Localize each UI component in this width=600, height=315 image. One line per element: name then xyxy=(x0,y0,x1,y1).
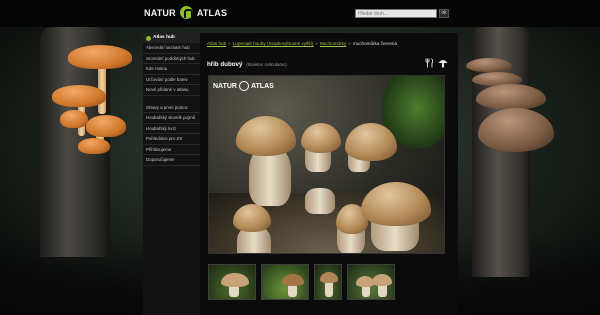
breadcrumb-link-genus[interactable]: Muchomůrky xyxy=(320,41,346,46)
watermark-word-left: NATUR xyxy=(213,82,237,90)
logo-word-left: NATUR xyxy=(144,7,176,18)
search-form: ok xyxy=(355,9,449,18)
sidebar-item-habitat[interactable]: Kde rostou xyxy=(143,64,200,75)
species-name: hřib dubový xyxy=(207,60,243,68)
thumbnail-3[interactable] xyxy=(314,264,342,300)
sidebar-heading[interactable]: Atlas hub xyxy=(143,33,200,43)
breadcrumb-link-atlas[interactable]: Atlas hub xyxy=(207,41,226,46)
sidebar-item-postcards[interactable]: Pohlednice pro ZS xyxy=(143,134,200,145)
sidebar-item-glossary[interactable]: Houbařský slovník pojmů xyxy=(143,113,200,124)
sidebar: Atlas hub Abecední seznam hub Srovnání p… xyxy=(143,33,200,315)
species-tools xyxy=(425,58,448,69)
sidebar-item-compare[interactable]: Srovnání podobných hub xyxy=(143,54,200,64)
thumbnail-4[interactable] xyxy=(347,264,395,300)
sidebar-item-poisoning[interactable]: Otravy a první pomoc xyxy=(143,103,200,113)
photo-thumbnails xyxy=(208,264,395,300)
sidebar-item-register[interactable]: Přihlásujeme xyxy=(143,145,200,155)
species-title-row: hřib dubový (Boletus reticulatus) xyxy=(207,58,448,70)
sidebar-item-recommend[interactable]: Doporučujeme xyxy=(143,155,200,166)
photo-watermark: NATUR ATLAS xyxy=(213,81,274,91)
sidebar-item-quiz[interactable]: Houbařský kvíz xyxy=(143,124,200,134)
top-bar: NATUR ATLAS ok xyxy=(0,0,600,27)
mushroom-icon[interactable] xyxy=(438,58,448,69)
search-button[interactable]: ok xyxy=(439,9,449,18)
logo-word-right: ATLAS xyxy=(196,7,228,18)
main-panel: Atlas hub Abecední seznam hub Srovnání p… xyxy=(143,33,458,315)
leaf-icon xyxy=(146,35,151,41)
breadcrumb-link-category[interactable]: Lupenaté houby (Stopkovýtrusné vyšší) xyxy=(233,41,314,46)
logo-mark-icon xyxy=(179,6,193,19)
content-area: Atlas hub» Lupenaté houby (Stopkovýtrusné… xyxy=(207,41,451,300)
watermark-word-right: ATLAS xyxy=(250,82,274,90)
cutlery-icon[interactable] xyxy=(425,58,434,69)
search-input[interactable] xyxy=(355,9,437,18)
sidebar-item-new[interactable]: Nové přidané v atlasu xyxy=(143,85,200,96)
species-photo[interactable]: NATUR ATLAS xyxy=(208,75,445,254)
sidebar-item-alphabetical[interactable]: Abecední seznam hub xyxy=(143,43,200,54)
thumbnail-1[interactable] xyxy=(208,264,256,300)
sidebar-item-colors[interactable]: Určování podle barev xyxy=(143,75,200,85)
sidebar-heading-label: Atlas hub xyxy=(153,35,175,40)
breadcrumb: Atlas hub» Lupenaté houby (Stopkovýtrusné… xyxy=(207,41,398,46)
thumbnail-2[interactable] xyxy=(261,264,309,300)
watermark-mark-icon xyxy=(238,81,249,91)
site-logo[interactable]: NATUR ATLAS xyxy=(144,6,227,19)
breadcrumb-current: muchomůrka červená xyxy=(352,41,398,46)
species-latin-name: (Boletus reticulatus) xyxy=(246,61,288,67)
